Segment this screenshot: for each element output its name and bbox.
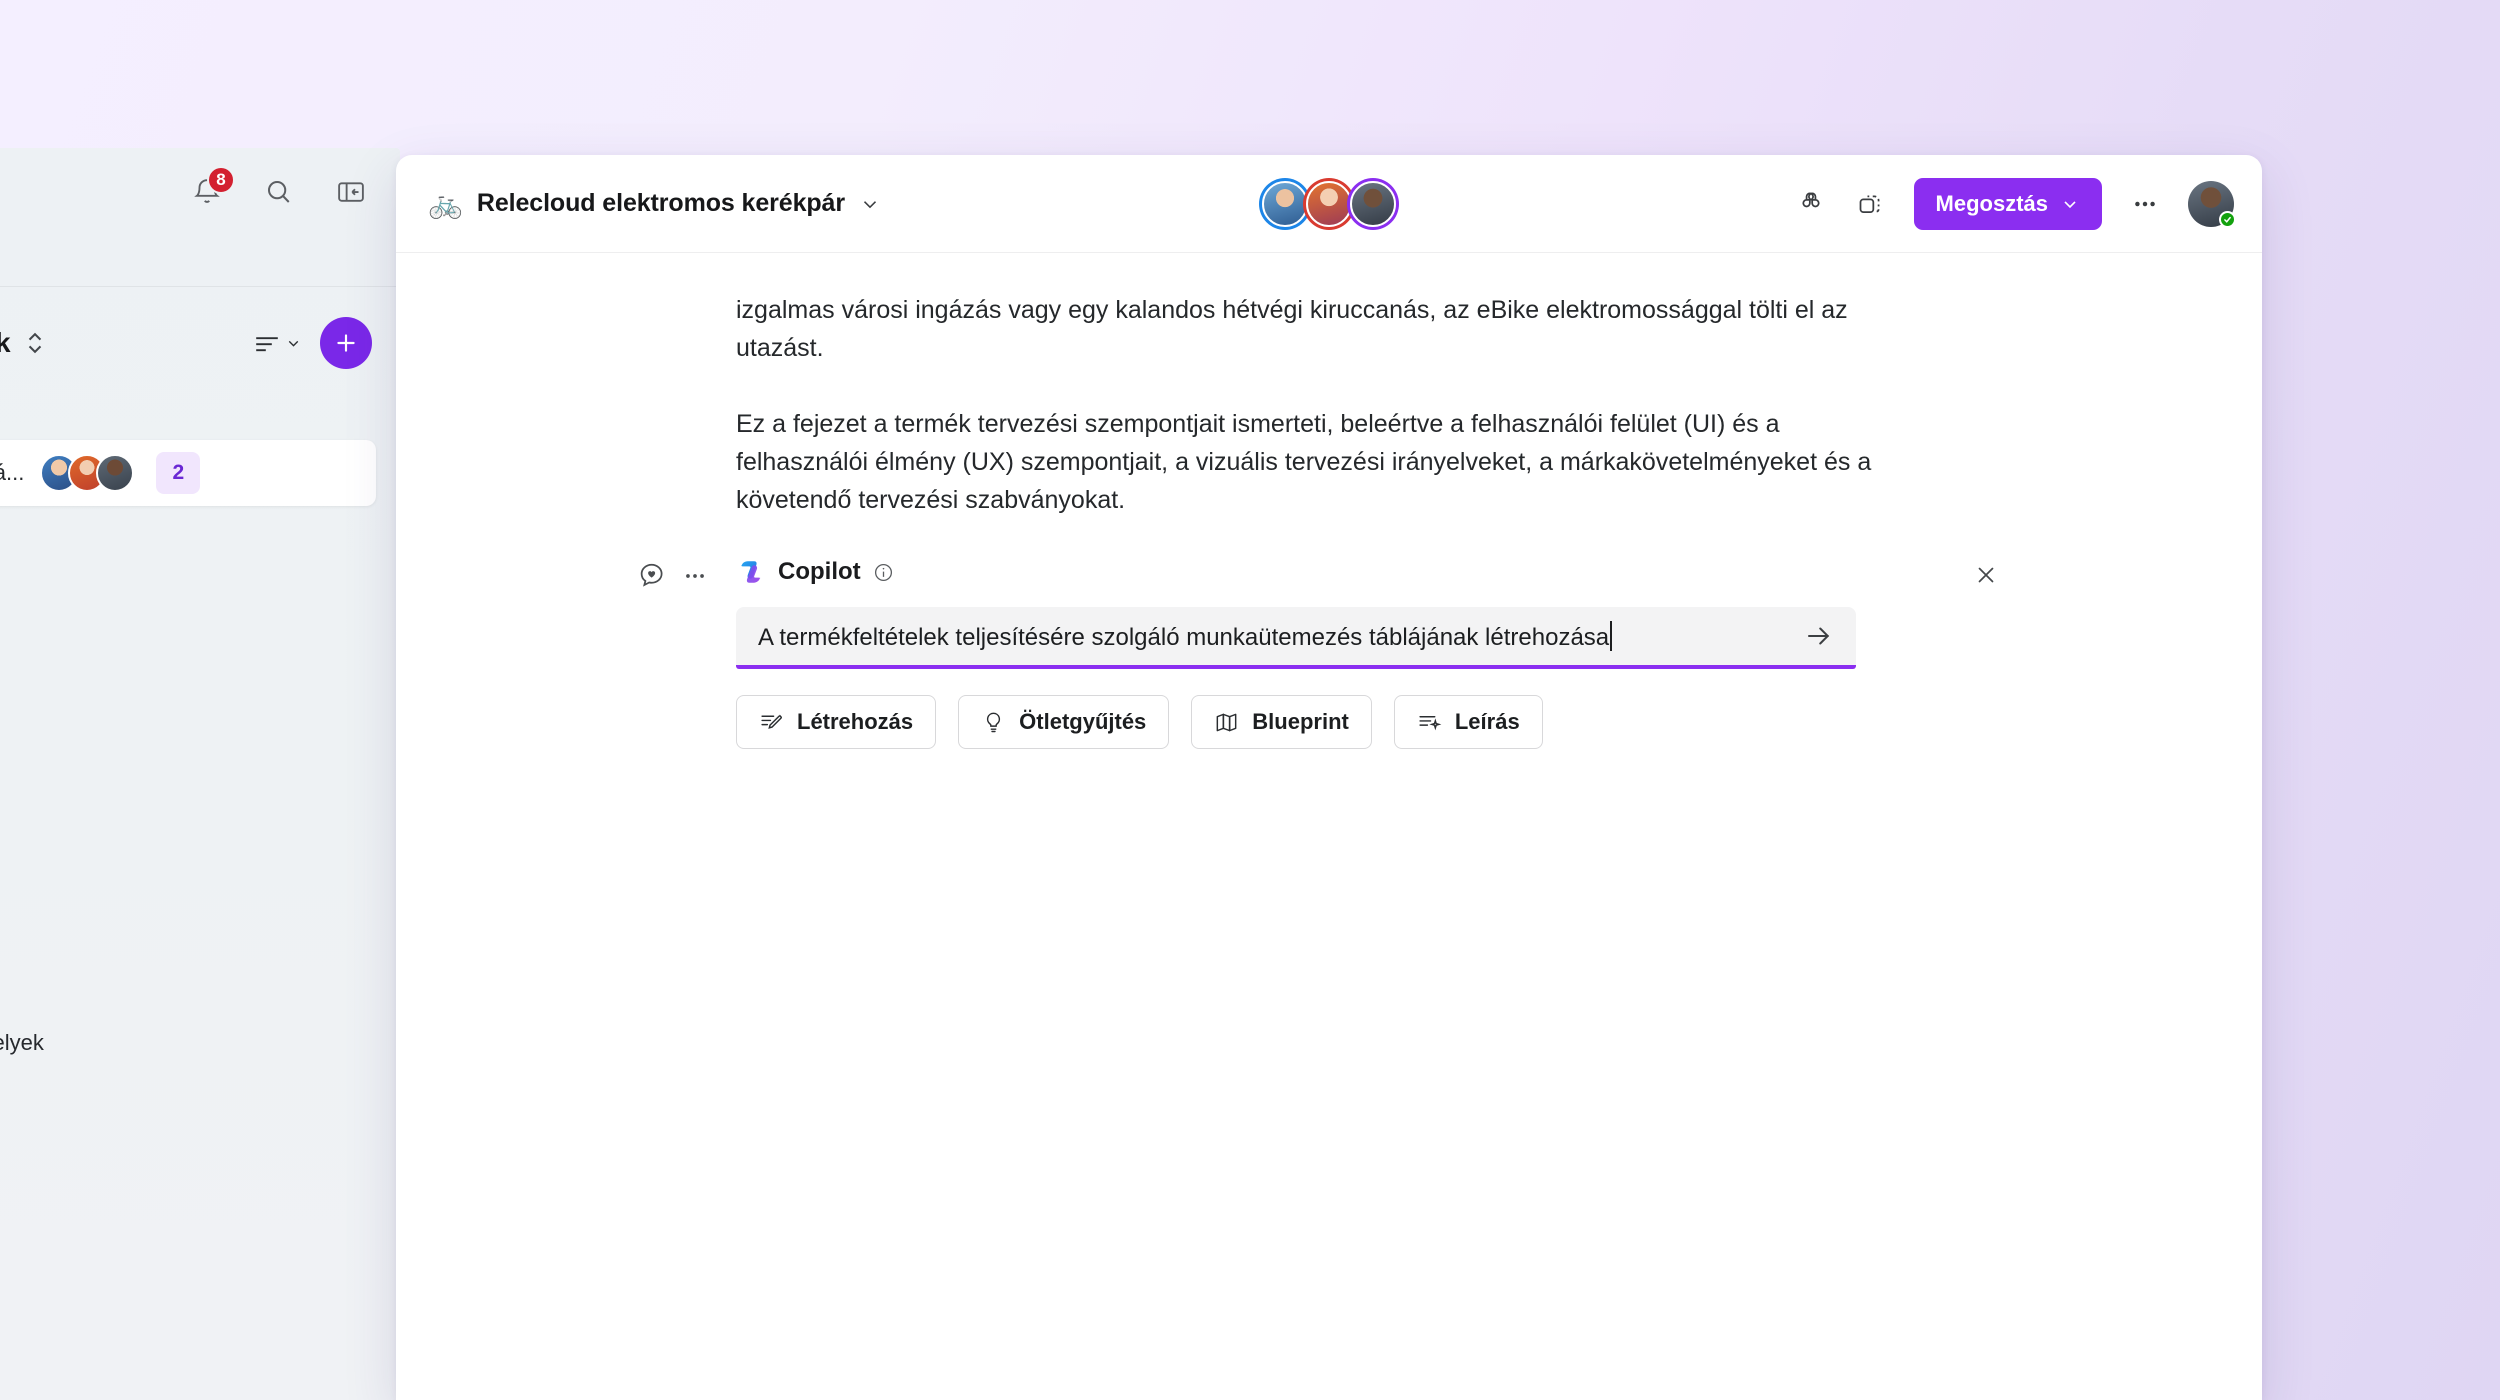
more-horizontal-icon [2135, 201, 2155, 206]
copilot-action-leiras[interactable]: Leírás [1393, 695, 1543, 749]
current-user-avatar[interactable] [2188, 180, 2236, 228]
bicycle-icon: 🚲 [428, 188, 463, 219]
paragraph: Ez a fejezet a termék tervezési szempont… [736, 410, 1872, 514]
sidebar-item-terepkerekparok[interactable]: Terepkerékpárok [0, 906, 400, 972]
copilot-gutter [636, 561, 708, 591]
collapse-panel-icon [338, 182, 364, 202]
copilot-action-buttons: Létrehozás Ötletgyűjtés Blueprint Leírás [736, 695, 2262, 749]
copilot-action-letrehozas[interactable]: Létrehozás [736, 695, 937, 749]
sidebar-item-seattle[interactable]: 🌈 Seattle [0, 1166, 400, 1232]
chevron-down-icon [2064, 200, 2076, 208]
copilot-info-button[interactable] [873, 562, 894, 583]
title-dropdown-button[interactable] [859, 193, 881, 215]
sidebar-item-boston[interactable]: ♻️ Boston [0, 1242, 400, 1308]
copilot-action-otletgyujtes[interactable]: Ötletgyűjtés [958, 695, 1170, 749]
arrow-right-icon [1808, 627, 1830, 645]
notifications-bell-button[interactable]: 8 [186, 166, 235, 213]
button-label: Létrehozás [797, 709, 914, 734]
check-icon [2224, 216, 2231, 223]
duplicate-icon [1859, 195, 1879, 213]
sidebar-item-specifikaciok[interactable]: ecifikációk [0, 544, 400, 610]
search-icon [268, 181, 290, 203]
plus-icon [337, 334, 355, 352]
copilot-more-button[interactable] [682, 563, 708, 589]
sidebar-list: elektromos kerékpá... 2 ecifikációk ártá… [0, 440, 400, 1308]
sidebar-item-avatars [40, 454, 135, 492]
copilot-send-button[interactable] [1804, 621, 1834, 651]
sidebar-item-vancouver[interactable]: 🙃 Vancouver [0, 1090, 400, 1156]
avatar [96, 454, 135, 492]
apps-grid-button[interactable] [1794, 187, 1828, 221]
chevron-down-icon [863, 200, 877, 208]
copilot-logo-icon [736, 557, 766, 587]
pencil-write-icon [759, 710, 784, 735]
document-body: izgalmas városi ingázás vagy egy kalando… [396, 253, 2262, 749]
collaborator-avatar[interactable] [1347, 177, 1399, 230]
chevron-down-icon [288, 340, 299, 347]
summarize-sparkle-icon [1417, 710, 1442, 735]
collapse-panel-button[interactable] [330, 171, 372, 213]
left-sidebar: 8 ató kerékpárok [0, 148, 400, 1400]
button-label: Ötletgyűjtés [1019, 709, 1147, 734]
sidebar-item-kiskereskedelmi-helyek[interactable]: Kiskereskedelmi helyek [0, 1010, 400, 1076]
copilot-input[interactable]: A termékfeltételek teljesítésére szolgál… [736, 607, 1856, 669]
sidebar-header: ató kerékpárok [0, 287, 400, 402]
document-header: 🚲 Relecloud elektromos kerékpár Megosztá… [396, 155, 2262, 253]
apps-grid-icon [1801, 192, 1820, 207]
share-button-label: Megosztás [1935, 190, 2048, 216]
sidebar-item-relecloud-ebike[interactable]: elektromos kerékpá... 2 [0, 440, 376, 506]
header-actions: Megosztás [1794, 177, 2236, 230]
sidebar-item-varosi-kerekparok[interactable]: Városi kerékpárok [0, 802, 400, 868]
sidebar-toolbar: 8 [0, 148, 400, 236]
sidebar-add-button[interactable] [320, 317, 372, 369]
copilot-input-wrapper: A termékfeltételek teljesítésére szolgál… [736, 607, 1856, 669]
copilot-panel: Copilot A termékfeltételek teljesítésére… [396, 557, 2262, 749]
lightbulb-icon [981, 710, 1006, 735]
comment-heart-button[interactable] [636, 561, 666, 591]
sidebar-item-gyartasi-adatok[interactable]: ártási adatok [0, 648, 400, 714]
button-label: Blueprint [1252, 709, 1349, 734]
page-title: Relecloud elektromos kerékpár [476, 189, 845, 217]
copilot-label: Copilot [778, 558, 861, 585]
chevron-updown-icon[interactable] [24, 328, 46, 358]
button-label: Leírás [1454, 709, 1520, 734]
sidebar-sort-button[interactable] [252, 331, 302, 355]
sidebar-item-count: 2 [156, 452, 201, 494]
collaborator-avatars [1259, 177, 1399, 230]
more-options-button[interactable] [2128, 187, 2162, 221]
share-button[interactable]: Megosztás [1913, 177, 2102, 230]
duplicate-button[interactable] [1854, 187, 1888, 221]
text-caret [1610, 620, 1613, 651]
document-title-group[interactable]: 🚲 Relecloud elektromos kerékpár [428, 187, 881, 220]
notification-badge: 8 [207, 166, 235, 194]
sidebar-search-button[interactable] [258, 171, 300, 213]
more-horizontal-icon [686, 574, 704, 578]
sidebar-item-label: elektromos kerékpá... [0, 460, 25, 485]
map-icon [1214, 710, 1239, 735]
document-window: 🚲 Relecloud elektromos kerékpár Megosztá… [396, 155, 2262, 1400]
close-icon [1978, 567, 1994, 583]
copilot-close-button[interactable] [1968, 557, 2004, 593]
sidebar-item-label: Kiskereskedelmi helyek [0, 1030, 44, 1055]
copilot-input-value: A termékfeltételek teljesítésére szolgál… [758, 623, 1610, 651]
sidebar-title: ató kerékpárok [0, 327, 11, 358]
status-badge [2219, 210, 2236, 228]
copilot-header: Copilot [736, 557, 2262, 587]
copilot-action-blueprint[interactable]: Blueprint [1191, 695, 1372, 749]
paragraph: izgalmas városi ingázás vagy egy kalando… [736, 296, 1848, 362]
sidebar-subtitle: aterületi tag [0, 379, 372, 402]
info-circle-icon [874, 563, 892, 581]
comment-heart-icon [640, 563, 663, 587]
sort-lines-icon [256, 337, 278, 352]
